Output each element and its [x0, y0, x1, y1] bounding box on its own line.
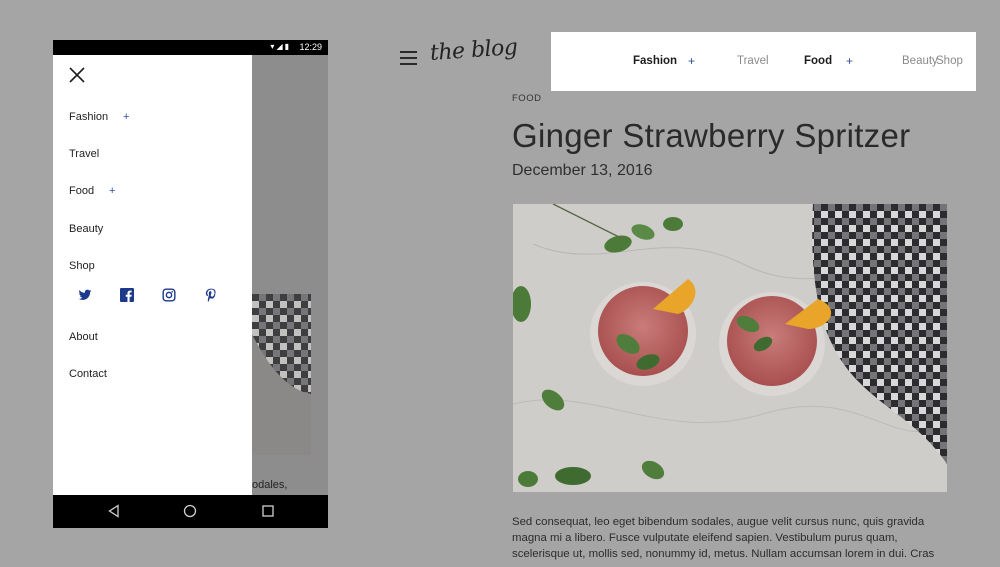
hamburger-menu-icon[interactable] — [400, 51, 417, 67]
recents-icon[interactable] — [261, 504, 275, 518]
phone-background-image — [252, 294, 311, 455]
android-nav-bar — [53, 495, 328, 528]
drawer-item-travel[interactable]: Travel — [69, 148, 99, 160]
nav-item-travel[interactable]: Travel — [737, 55, 769, 67]
status-bar: ▾◢▮ 12:29 — [53, 40, 328, 55]
desktop-nav: Fashion + Travel Food + Beauty Shop — [551, 32, 976, 91]
twitter-icon[interactable] — [78, 288, 92, 302]
close-icon[interactable] — [69, 67, 85, 83]
post-body: Sed consequat, leo eget bibendum sodales… — [512, 516, 935, 561]
phone-frame: ▾◢▮ 12:29 odales, Fashion + Travel Food … — [53, 40, 328, 528]
home-icon[interactable] — [183, 504, 197, 518]
drawer-item-fashion[interactable]: Fashion — [69, 111, 108, 123]
drawer-item-contact[interactable]: Contact — [69, 368, 107, 380]
nav-item-beauty[interactable]: Beauty — [902, 55, 938, 67]
signal-battery-icon: ▾◢▮ — [270, 42, 291, 51]
navigation-drawer: Fashion + Travel Food + Beauty Shop Abou… — [53, 55, 252, 495]
drawer-item-about[interactable]: About — [69, 331, 98, 343]
post-category[interactable]: FOOD — [512, 93, 541, 104]
food-expand-icon[interactable]: + — [846, 54, 853, 68]
drawer-item-food[interactable]: Food — [69, 185, 94, 197]
status-time: 12:29 — [299, 42, 322, 52]
facebook-icon[interactable] — [120, 288, 134, 302]
blog-logo[interactable]: the blog — [429, 35, 518, 66]
drawer-item-shop[interactable]: Shop — [69, 260, 95, 272]
nav-item-shop[interactable]: Shop — [936, 55, 963, 67]
nav-item-fashion[interactable]: Fashion — [633, 55, 677, 67]
pinterest-icon[interactable] — [204, 288, 218, 302]
food-expand-icon[interactable]: + — [109, 185, 115, 197]
post-date: December 13, 2016 — [512, 162, 653, 179]
fashion-expand-icon[interactable]: + — [688, 54, 695, 68]
post-hero-image — [513, 204, 947, 492]
instagram-icon[interactable] — [162, 288, 176, 302]
back-icon[interactable] — [107, 504, 121, 518]
fashion-expand-icon[interactable]: + — [123, 111, 129, 123]
drawer-item-beauty[interactable]: Beauty — [69, 223, 103, 235]
post-title: Ginger Strawberry Spritzer — [512, 117, 911, 154]
nav-item-food[interactable]: Food — [804, 55, 832, 67]
phone-background-text: odales, — [252, 479, 288, 491]
